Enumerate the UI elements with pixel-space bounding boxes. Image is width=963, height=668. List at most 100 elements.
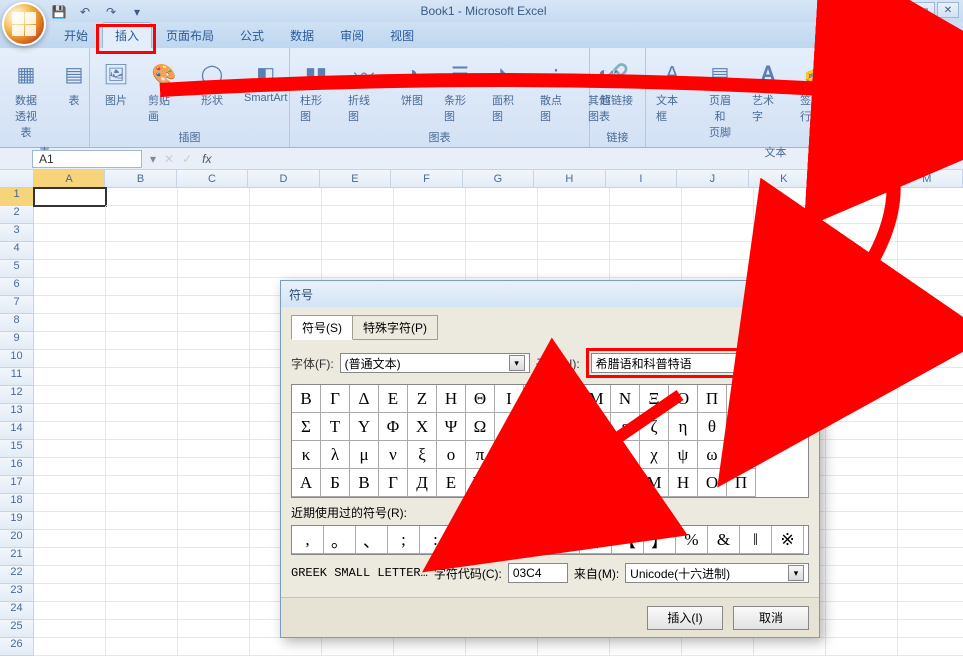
symbol-cell[interactable]: Θ xyxy=(466,385,495,413)
symbol-cell[interactable]: Ё xyxy=(727,441,756,469)
col-header-F[interactable]: F xyxy=(391,170,462,187)
font-select[interactable]: (普通文本) ▾ xyxy=(340,353,530,373)
cell[interactable] xyxy=(826,206,898,224)
cell[interactable] xyxy=(538,638,610,656)
symbol-cell[interactable]: β xyxy=(524,413,553,441)
cell[interactable] xyxy=(106,188,178,206)
cell[interactable] xyxy=(898,584,963,602)
cell[interactable] xyxy=(34,440,106,458)
cell[interactable] xyxy=(178,350,250,368)
col-header-G[interactable]: G xyxy=(463,170,534,187)
tab-view[interactable]: 视图 xyxy=(378,23,426,48)
tab-review[interactable]: 审阅 xyxy=(328,23,376,48)
object-button[interactable]: ▭对象 xyxy=(844,56,884,110)
cell[interactable] xyxy=(682,188,754,206)
symbol-cell[interactable]: Ψ xyxy=(437,413,466,441)
cell[interactable] xyxy=(250,206,322,224)
cell[interactable] xyxy=(34,512,106,530)
row-header-10[interactable]: 10 xyxy=(0,350,34,368)
row-header-19[interactable]: 19 xyxy=(0,512,34,530)
cancel-formula-icon[interactable]: ✕ xyxy=(160,152,178,166)
pie-chart-button[interactable]: ◔饼图 xyxy=(392,56,432,110)
cell[interactable] xyxy=(826,548,898,566)
symbol-cell[interactable]: λ xyxy=(321,441,350,469)
cell[interactable] xyxy=(178,332,250,350)
cell[interactable] xyxy=(106,350,178,368)
recent-symbol[interactable]: ; xyxy=(388,526,420,554)
cell[interactable] xyxy=(106,260,178,278)
symbol-cell[interactable]: Υ xyxy=(350,413,379,441)
cell[interactable] xyxy=(826,566,898,584)
smartart-button[interactable]: ◧SmartArt xyxy=(240,56,291,106)
col-header-A[interactable]: A xyxy=(34,170,105,187)
cell[interactable] xyxy=(898,350,963,368)
bar-chart-button[interactable]: ☰条形图 xyxy=(440,56,480,126)
symbol-cell[interactable]: Ο xyxy=(669,385,698,413)
symbol-cell[interactable]: Κ xyxy=(524,385,553,413)
textbox-button[interactable]: A文本框 xyxy=(652,56,692,126)
cell[interactable] xyxy=(106,296,178,314)
symbol-cell[interactable]: Е xyxy=(437,469,466,497)
cell[interactable] xyxy=(250,260,322,278)
cell[interactable] xyxy=(250,242,322,260)
row-header-2[interactable]: 2 xyxy=(0,206,34,224)
cell[interactable] xyxy=(34,404,106,422)
row-header-7[interactable]: 7 xyxy=(0,296,34,314)
cell[interactable] xyxy=(898,602,963,620)
cell[interactable] xyxy=(610,260,682,278)
cell[interactable] xyxy=(466,638,538,656)
cell[interactable] xyxy=(106,224,178,242)
cell[interactable] xyxy=(754,260,826,278)
col-header-E[interactable]: E xyxy=(320,170,391,187)
cell[interactable] xyxy=(34,494,106,512)
pivot-table-button[interactable]: ▦数据 透视表 xyxy=(6,56,46,142)
cell[interactable] xyxy=(466,260,538,278)
row-header-8[interactable]: 8 xyxy=(0,314,34,332)
cell[interactable] xyxy=(826,188,898,206)
dialog-help-button[interactable]: ? xyxy=(763,285,785,303)
line-chart-button[interactable]: 〰折线图 xyxy=(344,56,384,126)
cell[interactable] xyxy=(826,242,898,260)
cell[interactable] xyxy=(106,584,178,602)
cell[interactable] xyxy=(898,458,963,476)
cell[interactable] xyxy=(898,386,963,404)
cell[interactable] xyxy=(34,332,106,350)
cell[interactable] xyxy=(322,224,394,242)
cell[interactable] xyxy=(538,224,610,242)
undo-icon[interactable]: ↶ xyxy=(76,3,94,21)
recent-symbol[interactable]: ” xyxy=(548,526,580,554)
cell[interactable] xyxy=(826,314,898,332)
symbol-cell[interactable]: Б xyxy=(321,469,350,497)
qat-dropdown-icon[interactable]: ▾ xyxy=(128,3,146,21)
symbol-cell[interactable]: Ζ xyxy=(408,385,437,413)
cell[interactable] xyxy=(898,242,963,260)
tab-insert[interactable]: 插入 xyxy=(102,22,152,48)
row-header-17[interactable]: 17 xyxy=(0,476,34,494)
cell[interactable] xyxy=(898,188,963,206)
row-header-14[interactable]: 14 xyxy=(0,422,34,440)
cell[interactable] xyxy=(178,476,250,494)
cell[interactable] xyxy=(106,332,178,350)
symbol-cell[interactable]: Ξ xyxy=(640,385,669,413)
cell[interactable] xyxy=(394,206,466,224)
cell[interactable] xyxy=(178,602,250,620)
cell[interactable] xyxy=(106,530,178,548)
cell[interactable] xyxy=(826,584,898,602)
picture-button[interactable]: 🖼图片 xyxy=(96,56,136,110)
symbol-cell[interactable]: ν xyxy=(379,441,408,469)
row-header-6[interactable]: 6 xyxy=(0,278,34,296)
symbol-cell[interactable]: Ж xyxy=(466,469,495,497)
symbol-cell[interactable]: Й xyxy=(553,469,582,497)
recent-symbol[interactable]: : xyxy=(420,526,452,554)
col-header-K[interactable]: K xyxy=(749,170,820,187)
row-header-16[interactable]: 16 xyxy=(0,458,34,476)
symbol-cell[interactable]: ε xyxy=(611,413,640,441)
cell[interactable] xyxy=(178,422,250,440)
symbol-cell[interactable]: Δ xyxy=(350,385,379,413)
row-header-9[interactable]: 9 xyxy=(0,332,34,350)
symbol-cell[interactable]: Χ xyxy=(408,413,437,441)
symbol-cell[interactable]: α xyxy=(495,413,524,441)
cell[interactable] xyxy=(250,224,322,242)
cell[interactable] xyxy=(826,638,898,656)
cell[interactable] xyxy=(754,188,826,206)
